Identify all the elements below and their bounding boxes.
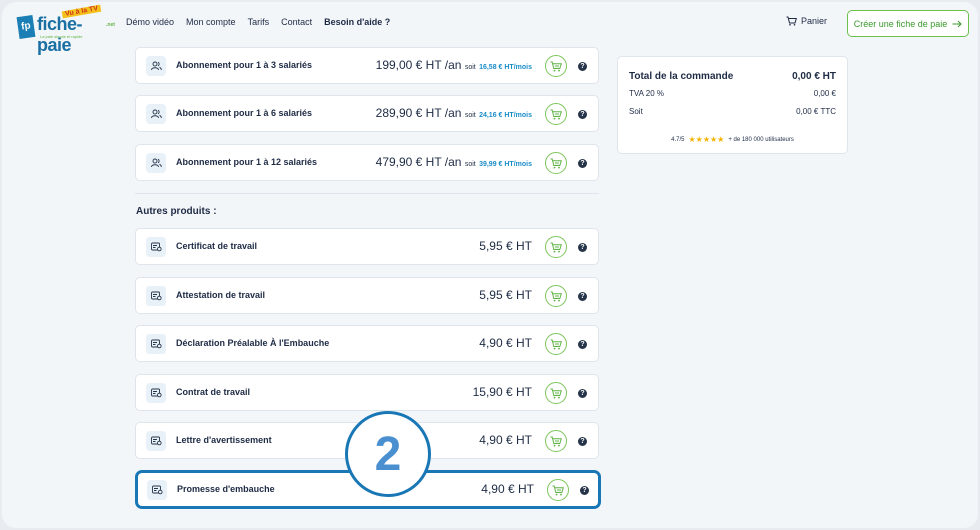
price-soit: soit	[464, 112, 476, 119]
help-icon[interactable]: ?	[578, 437, 587, 446]
nav-mon-compte[interactable]: Mon compte	[186, 17, 236, 27]
help-icon[interactable]: ?	[578, 292, 587, 301]
logo-tld: .net	[106, 22, 115, 28]
cart-icon	[786, 16, 797, 26]
nav-demo-video[interactable]: Démo vidéo	[126, 17, 174, 27]
product-price: 4,90 € HT	[479, 336, 532, 350]
add-to-cart-button[interactable]	[545, 430, 567, 452]
section-divider	[135, 193, 599, 194]
header: fp fiche-paie Vu à la TV .net La paie si…	[2, 2, 978, 55]
subscription-row: Abonnement pour 1 à 6 salariés 289,90 € …	[135, 95, 599, 132]
users-icon	[146, 153, 166, 173]
product-label: Abonnement pour 1 à 3 salariés	[176, 60, 313, 70]
product-row: Attestation de travail 5,95 € HT ?	[135, 277, 599, 314]
price-per-month: 39,99 € HT/mois	[479, 161, 532, 168]
document-icon	[146, 383, 166, 403]
logo-initials: fp	[16, 14, 36, 40]
help-icon[interactable]: ?	[578, 62, 587, 71]
add-to-cart-button[interactable]	[547, 479, 569, 501]
total-label: Total de la commande	[629, 71, 734, 82]
add-to-cart-button[interactable]	[545, 236, 567, 258]
price-soit: soit	[464, 64, 476, 71]
create-payslip-button[interactable]: Créer une fiche de paie	[847, 10, 969, 37]
help-icon[interactable]: ?	[578, 389, 587, 398]
add-to-cart-button[interactable]	[545, 382, 567, 404]
product-label: Abonnement pour 1 à 12 salariés	[176, 157, 318, 167]
document-icon	[146, 286, 166, 306]
main-nav: Démo vidéo Mon compte Tarifs Contact Bes…	[126, 17, 390, 27]
add-to-cart-button[interactable]	[545, 285, 567, 307]
product-price: 479,90 € HT /an soit 39,99 € HT/mois	[376, 155, 532, 169]
product-label: Promesse d'embauche	[177, 484, 275, 494]
tva-line: TVA 20 % 0,00 €	[629, 89, 836, 98]
help-icon[interactable]: ?	[578, 340, 587, 349]
help-icon[interactable]: ?	[578, 159, 587, 168]
product-row: Contrat de travail 15,90 € HT ?	[135, 374, 599, 411]
ttc-line: Soit 0,00 € TTC	[629, 107, 836, 116]
product-label: Attestation de travail	[176, 290, 266, 300]
add-to-cart-button[interactable]	[545, 152, 567, 174]
add-to-cart-button[interactable]	[545, 55, 567, 77]
users-icon	[146, 56, 166, 76]
product-label: Lettre d'avertissement	[176, 435, 272, 445]
subscription-row: Abonnement pour 1 à 12 salariés 479,90 €…	[135, 144, 599, 181]
cart-link[interactable]: Panier	[786, 16, 827, 26]
other-products-title: Autres produits :	[136, 206, 217, 217]
add-to-cart-button[interactable]	[545, 333, 567, 355]
arrow-right-icon	[952, 20, 962, 27]
product-label: Abonnement pour 1 à 6 salariés	[176, 108, 313, 118]
product-row: Déclaration Préalable À l'Embauche 4,90 …	[135, 325, 599, 362]
nav-contact[interactable]: Contact	[281, 17, 312, 27]
tva-value: 0,00 €	[813, 89, 836, 98]
document-icon	[146, 237, 166, 257]
tva-label: TVA 20 %	[629, 89, 664, 98]
price-main: 199,00 € HT /an	[375, 58, 462, 72]
nav-besoin-aide[interactable]: Besoin d'aide ?	[324, 17, 390, 27]
product-label: Certificat de travail	[176, 241, 258, 251]
fiche-paie-logo[interactable]: fp fiche-paie Vu à la TV .net La paie si…	[16, 4, 116, 55]
product-price: 4,90 € HT	[479, 433, 532, 447]
document-icon	[147, 480, 167, 500]
step-callout: 2	[345, 411, 431, 497]
nav-tarifs[interactable]: Tarifs	[248, 17, 270, 27]
product-price: 5,95 € HT	[479, 239, 532, 253]
users-icon	[146, 104, 166, 124]
price-main: 479,90 € HT /an	[375, 155, 462, 169]
total-value: 0,00 € HT	[792, 71, 836, 82]
ttc-label: Soit	[629, 107, 643, 116]
help-icon[interactable]: ?	[578, 243, 587, 252]
subscription-row: Abonnement pour 1 à 3 salariés 199,00 € …	[135, 47, 599, 84]
price-per-month: 16,58 € HT/mois	[479, 64, 532, 71]
product-price: 199,00 € HT /an soit 16,58 € HT/mois	[376, 58, 532, 72]
document-icon	[146, 334, 166, 354]
help-icon[interactable]: ?	[578, 110, 587, 119]
product-label: Contrat de travail	[176, 387, 251, 397]
document-icon	[146, 431, 166, 451]
product-price: 4,90 € HT	[481, 482, 534, 496]
rating-stars-icon: ★★★★★	[688, 135, 725, 144]
create-payslip-label: Créer une fiche de paie	[853, 18, 948, 29]
product-row: Certificat de travail 5,95 € HT ?	[135, 228, 599, 265]
product-price: 15,90 € HT	[472, 385, 532, 399]
rating-line: 4.7/5 ★★★★★ + de 180 000 utilisateurs	[618, 135, 847, 144]
product-price: 289,90 € HT /an soit 24,16 € HT/mois	[376, 106, 532, 120]
ttc-value: 0,00 € TTC	[796, 107, 836, 116]
order-summary: Total de la commande 0,00 € HT TVA 20 % …	[617, 56, 848, 154]
rating-users: + de 180 000 utilisateurs	[728, 136, 794, 143]
total-line: Total de la commande 0,00 € HT	[629, 71, 836, 82]
cart-label: Panier	[801, 16, 828, 26]
help-icon[interactable]: ?	[580, 486, 589, 495]
product-price: 5,95 € HT	[479, 288, 532, 302]
app-frame: fp fiche-paie Vu à la TV .net La paie si…	[2, 2, 978, 528]
price-per-month: 24,16 € HT/mois	[479, 112, 532, 119]
product-label: Déclaration Préalable À l'Embauche	[176, 338, 330, 348]
price-main: 289,90 € HT /an	[375, 106, 462, 120]
logo-tagline: La paie simple et rapide	[40, 34, 83, 39]
add-to-cart-button[interactable]	[545, 103, 567, 125]
price-soit: soit	[464, 161, 476, 168]
rating-score: 4.7/5	[671, 136, 685, 143]
